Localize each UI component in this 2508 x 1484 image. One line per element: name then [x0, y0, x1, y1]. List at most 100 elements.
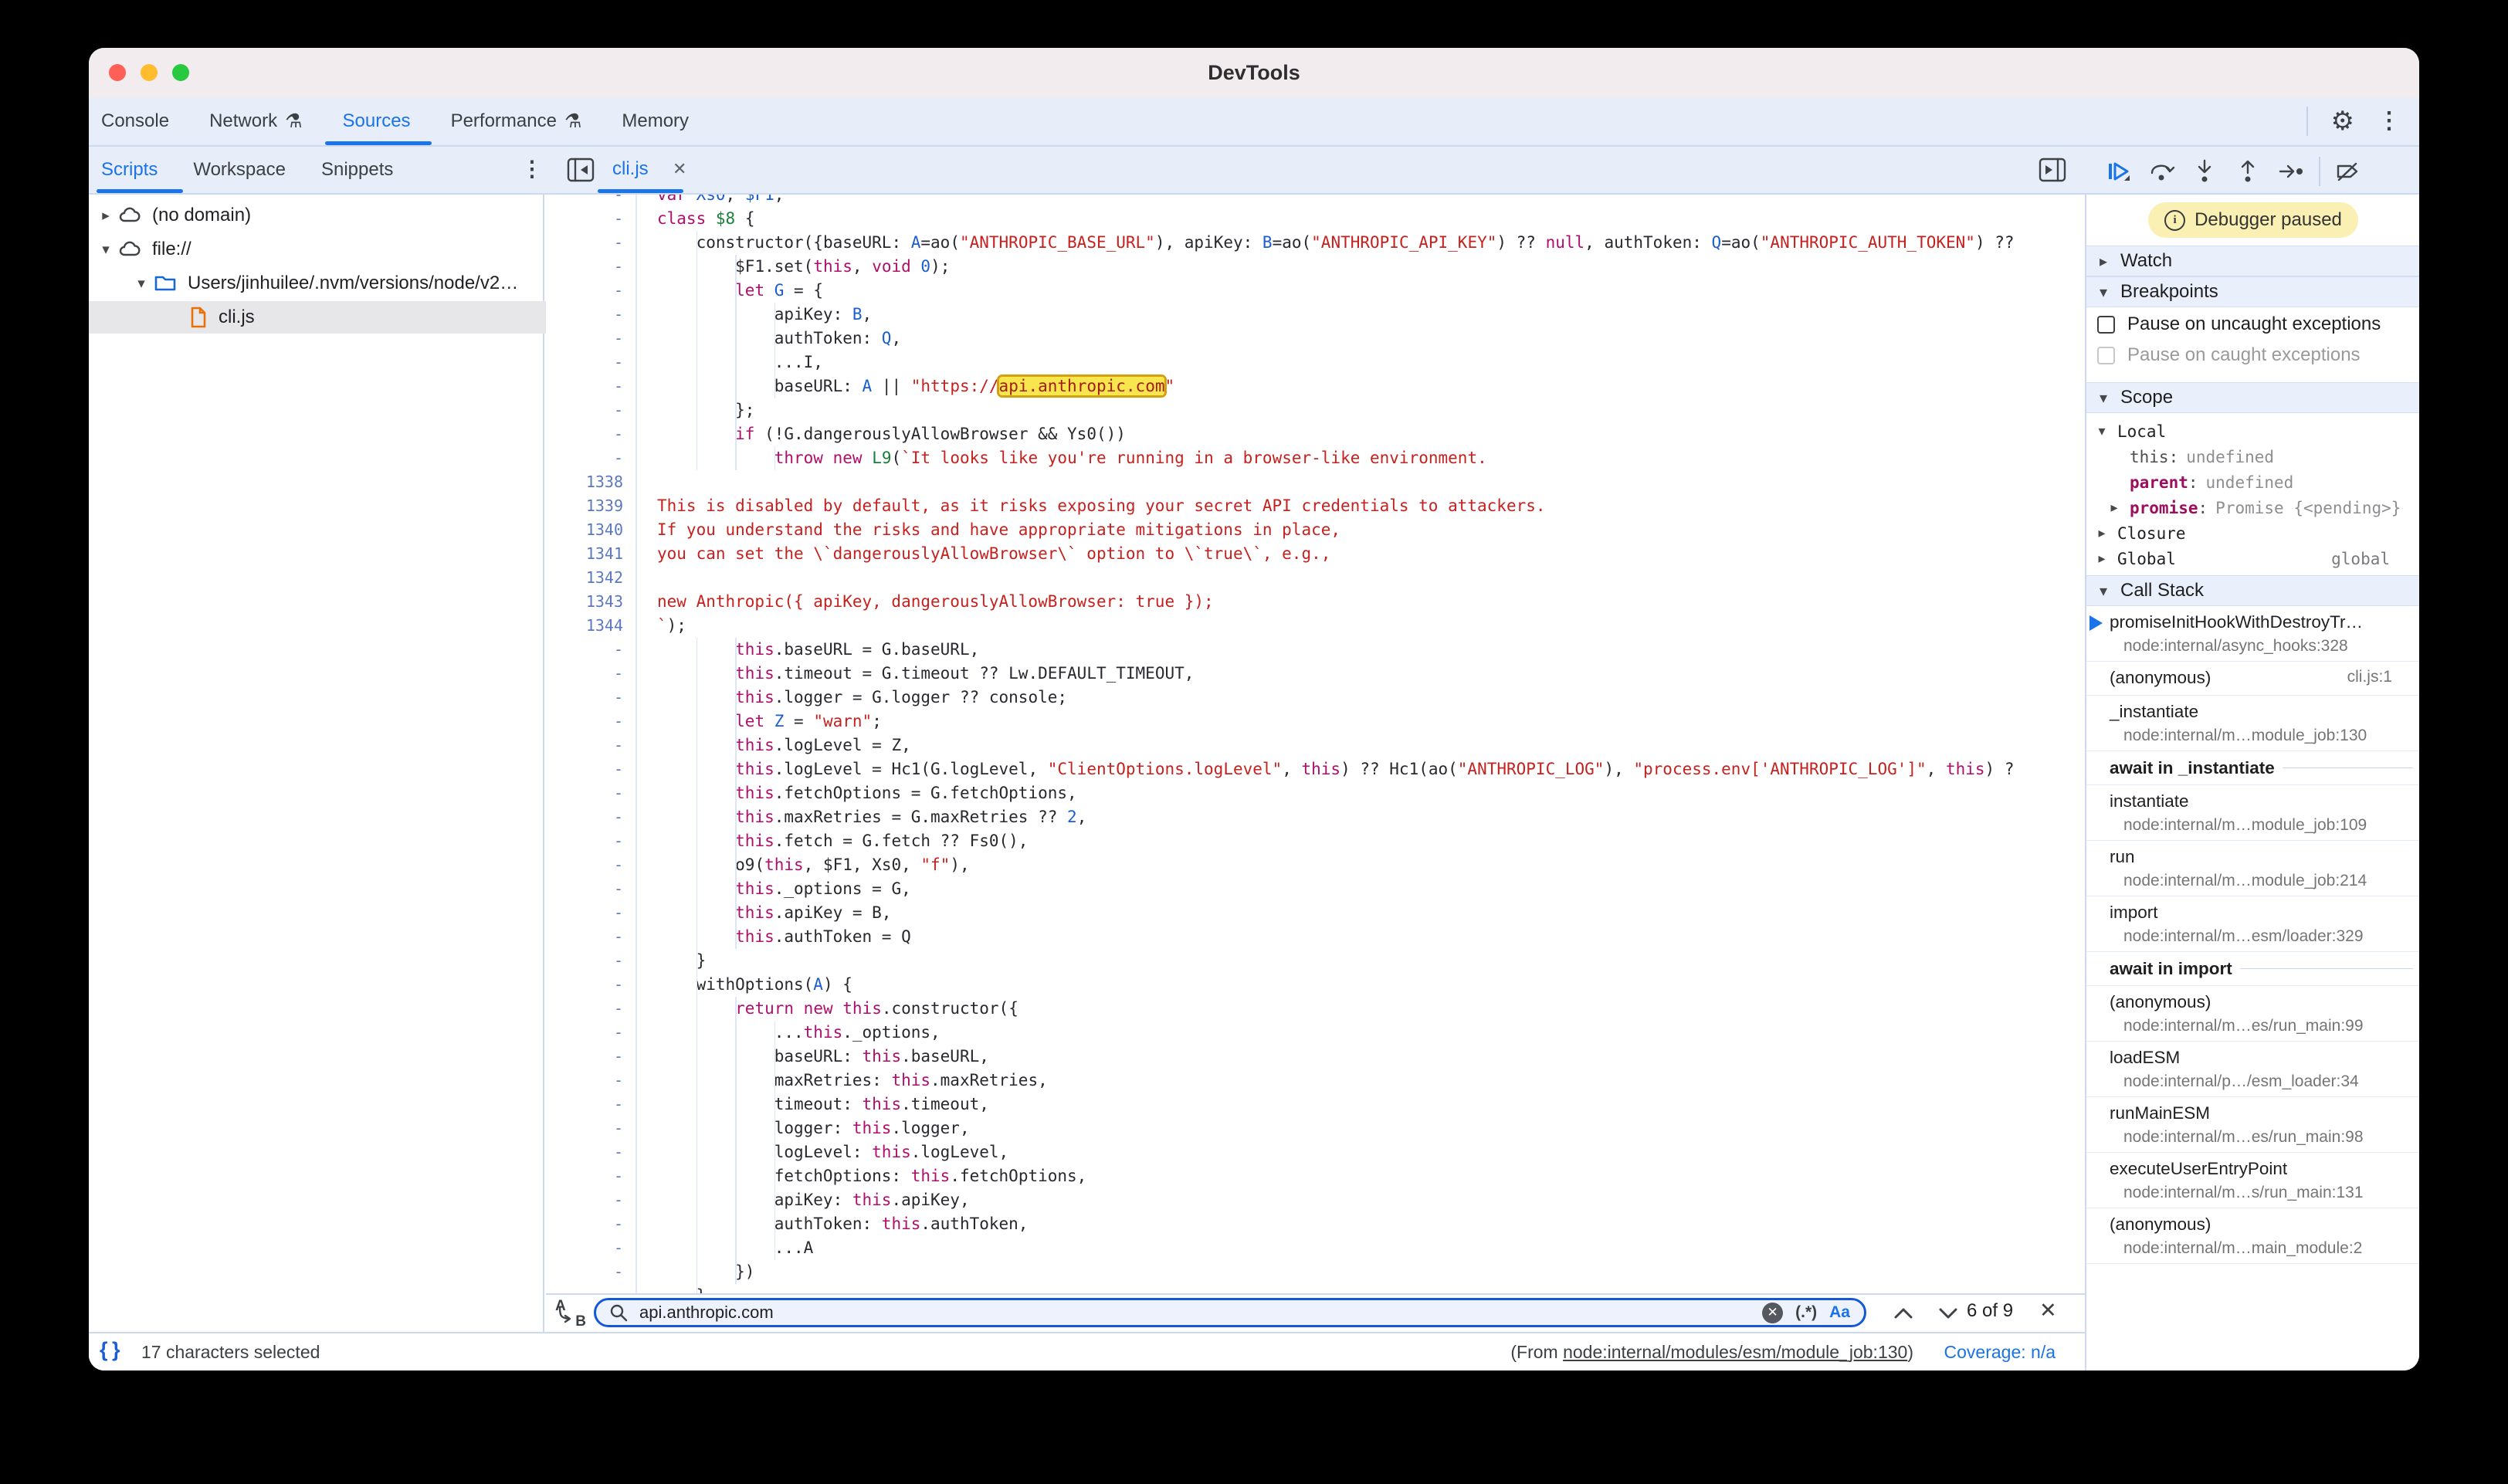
line-gutter[interactable]: -	[546, 327, 637, 351]
code-line-text[interactable]: return new this.constructor({	[637, 997, 2085, 1021]
code-line[interactable]: - ...this._options,	[546, 1021, 2085, 1045]
previous-match-icon[interactable]	[1888, 1302, 1919, 1325]
deactivate-breakpoints-icon[interactable]	[2327, 154, 2370, 188]
code-line[interactable]: - if (!G.dangerouslyAllowBrowser && Ys0(…	[546, 422, 2085, 446]
code-line-text[interactable]: this.timeout = G.timeout ?? Lw.DEFAULT_T…	[637, 662, 2085, 686]
code-line[interactable]: - constructor({baseURL: A=ao("ANTHROPIC_…	[546, 231, 2085, 255]
line-gutter[interactable]: -	[546, 877, 637, 901]
line-gutter[interactable]: -	[546, 829, 637, 853]
more-options-icon[interactable]: ⋮	[2378, 110, 2401, 133]
navigator-more-icon[interactable]: ⋮	[521, 158, 543, 180]
code-line-text[interactable]: new Anthropic({ apiKey, dangerouslyAllow…	[637, 590, 2085, 614]
call-stack-frame[interactable]: (anonymous)cli.js:1	[2086, 662, 2419, 696]
line-gutter[interactable]: 1342	[546, 566, 637, 590]
line-gutter[interactable]: -	[546, 1260, 637, 1284]
line-gutter[interactable]: 1340	[546, 518, 637, 542]
code-line[interactable]: - authToken: Q,	[546, 327, 2085, 351]
code-line[interactable]: - this.logLevel = Z,	[546, 734, 2085, 757]
code-line[interactable]: - $F1.set(this, void 0);	[546, 255, 2085, 279]
line-gutter[interactable]: -	[546, 1093, 637, 1116]
checkbox[interactable]	[2097, 316, 2115, 334]
settings-gear-icon[interactable]: ⚙	[2331, 108, 2354, 134]
code-line-text[interactable]: baseURL: A || "https://api.anthropic.com…	[637, 374, 2085, 398]
step-into-icon[interactable]	[2183, 154, 2226, 188]
code-line-text[interactable]: authToken: this.authToken,	[637, 1212, 2085, 1236]
tab-close-icon[interactable]: ✕	[673, 159, 686, 179]
scope-group-closure[interactable]: ▸Closure	[2086, 520, 2419, 546]
code-line[interactable]: - this.apiKey = B,	[546, 901, 2085, 925]
code-line[interactable]: -var Xs0, $F1;	[546, 195, 2085, 207]
line-gutter[interactable]: 1338	[546, 470, 637, 494]
tree-item-cli-js[interactable]: cli.js	[89, 301, 611, 334]
code-line-text[interactable]: this.baseURL = G.baseURL,	[637, 638, 2085, 662]
code-line[interactable]: 1344`);	[546, 614, 2085, 638]
code-line-text[interactable]: this.fetch = G.fetch ?? Fs0(),	[637, 829, 2085, 853]
tab-memory[interactable]: Memory	[622, 110, 689, 132]
code-line[interactable]: - this.logLevel = Hc1(G.logLevel, "Clien…	[546, 757, 2085, 781]
code-line[interactable]: - throw new L9(`It looks like you're run…	[546, 446, 2085, 470]
section-call-stack[interactable]: ▾ Call Stack	[2086, 575, 2419, 606]
close-search-icon[interactable]: ✕	[2039, 1299, 2057, 1323]
code-line-text[interactable]: }	[637, 1284, 2085, 1293]
line-gutter[interactable]: -	[546, 662, 637, 686]
code-line[interactable]: - this.fetchOptions = G.fetchOptions,	[546, 781, 2085, 805]
line-gutter[interactable]: -	[546, 805, 637, 829]
code-editor[interactable]: -var Xs0, $F1;-class $8 {- constructor({…	[546, 195, 2085, 1293]
scope-group-global[interactable]: ▸Globalglobal	[2086, 546, 2419, 571]
code-line[interactable]: - let Z = "warn";	[546, 710, 2085, 734]
tree-expand-icon[interactable]: ▸	[97, 207, 115, 225]
call-stack-frame[interactable]: runnode:internal/m…module_job:214	[2086, 841, 2419, 896]
code-line[interactable]: - this._options = G,	[546, 877, 2085, 901]
line-gutter[interactable]: -	[546, 279, 637, 303]
scope-expand-icon[interactable]: ▸	[2086, 551, 2117, 567]
navigator-tab-scripts[interactable]: Scripts	[101, 159, 158, 181]
code-line-text[interactable]: withOptions(A) {	[637, 973, 2085, 997]
code-line[interactable]: - baseURL: this.baseURL,	[546, 1045, 2085, 1069]
line-gutter[interactable]: -	[546, 374, 637, 398]
code-line[interactable]: - this.fetch = G.fetch ?? Fs0(),	[546, 829, 2085, 853]
code-line[interactable]: - timeout: this.timeout,	[546, 1093, 2085, 1116]
code-line[interactable]: - }	[546, 949, 2085, 973]
navigator-tab-workspace[interactable]: Workspace	[193, 159, 286, 181]
line-gutter[interactable]: -	[546, 734, 637, 757]
code-line-text[interactable]: this._options = G,	[637, 877, 2085, 901]
code-line-text[interactable]: o9(this, $F1, Xs0, "f"),	[637, 853, 2085, 877]
code-line[interactable]: - logger: this.logger,	[546, 1116, 2085, 1140]
code-line-text[interactable]	[637, 566, 2085, 590]
code-line-text[interactable]	[637, 470, 2085, 494]
line-gutter[interactable]: -	[546, 997, 637, 1021]
line-gutter[interactable]: -	[546, 207, 637, 231]
scope-expand-icon[interactable]: ▾	[2086, 423, 2117, 439]
call-stack-frame[interactable]: runMainESMnode:internal/m…es/run_main:98	[2086, 1097, 2419, 1153]
pretty-print-icon[interactable]: { }	[100, 1338, 120, 1362]
scope-expand-icon[interactable]: ▸	[2099, 500, 2130, 516]
line-gutter[interactable]: -	[546, 949, 637, 973]
code-line-text[interactable]: }	[637, 949, 2085, 973]
scope-property-this[interactable]: this:undefined	[2086, 444, 2419, 469]
code-line[interactable]: - apiKey: this.apiKey,	[546, 1188, 2085, 1212]
code-line[interactable]: - };	[546, 398, 2085, 422]
tree-collapse-icon[interactable]: ▾	[97, 241, 115, 259]
call-stack-frame[interactable]: executeUserEntryPointnode:internal/m…s/r…	[2086, 1153, 2419, 1208]
line-gutter[interactable]: -	[546, 638, 637, 662]
code-line[interactable]: - o9(this, $F1, Xs0, "f"),	[546, 853, 2085, 877]
line-gutter[interactable]: 1344	[546, 614, 637, 638]
toggle-debugger-sidebar-icon[interactable]	[2038, 156, 2069, 184]
line-gutter[interactable]: -	[546, 1164, 637, 1188]
code-line[interactable]: - apiKey: B,	[546, 303, 2085, 327]
search-input[interactable]	[639, 1303, 1762, 1323]
code-line[interactable]: - }	[546, 1284, 2085, 1293]
code-line[interactable]: - baseURL: A || "https://api.anthropic.c…	[546, 374, 2085, 398]
call-stack-frame[interactable]: importnode:internal/m…esm/loader:329	[2086, 896, 2419, 952]
code-line[interactable]: - this.maxRetries = G.maxRetries ?? 2,	[546, 805, 2085, 829]
call-stack-frame[interactable]: instantiatenode:internal/m…module_job:10…	[2086, 785, 2419, 841]
code-line-text[interactable]: this.logLevel = Hc1(G.logLevel, "ClientO…	[637, 757, 2085, 781]
code-line-text[interactable]: logLevel: this.logLevel,	[637, 1140, 2085, 1164]
line-gutter[interactable]: -	[546, 1021, 637, 1045]
code-line-text[interactable]: ...this._options,	[637, 1021, 2085, 1045]
call-stack-frame[interactable]: loadESMnode:internal/p…/esm_loader:34	[2086, 1042, 2419, 1097]
code-line-text[interactable]: If you understand the risks and have app…	[637, 518, 2085, 542]
line-gutter[interactable]: -	[546, 1045, 637, 1069]
code-line-text[interactable]: maxRetries: this.maxRetries,	[637, 1069, 2085, 1093]
section-breakpoints[interactable]: ▾ Breakpoints	[2086, 276, 2419, 307]
